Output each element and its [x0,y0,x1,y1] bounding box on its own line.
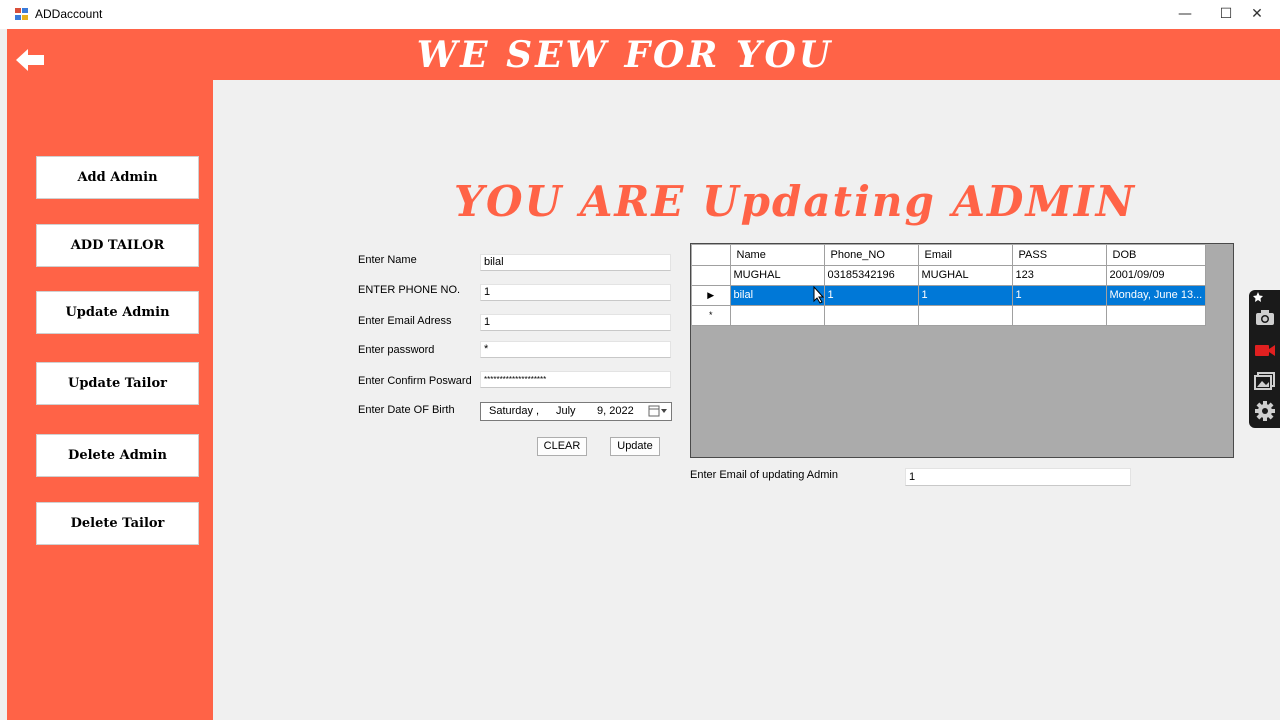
column-header-email[interactable]: Email [918,245,1013,266]
gallery-icon[interactable] [1254,371,1276,391]
table-cell[interactable]: 1 [824,285,919,306]
close-button[interactable]: ✕ [1234,0,1280,29]
table-cell[interactable]: 2001/09/09 [1106,265,1207,286]
table-cell[interactable] [730,305,825,326]
mouse-pointer-icon [813,286,825,304]
dob-month[interactable]: July [556,403,576,420]
title-bar: ADDaccount — ☐ ✕ [0,0,1280,29]
page-title: YOU ARE Updating ADMIN [454,177,1136,226]
column-header-pass[interactable]: PASS [1012,245,1107,266]
row-header-cell[interactable] [692,265,731,286]
table-cell[interactable]: 123 [1012,265,1107,286]
update-email-input[interactable]: 1 [905,468,1131,486]
email-label: Enter Email Adress [358,315,452,327]
current-row-indicator[interactable]: ▶ [692,285,731,306]
dob-date-picker[interactable]: Saturday , July 9, 2022 [480,402,672,421]
window-left-edge [0,29,7,720]
screen-recorder-toolbar [1249,290,1280,428]
table-cell[interactable]: MUGHAL [918,265,1013,286]
update-email-label: Enter Email of updating Admin [690,469,838,481]
table-cell[interactable]: bilal [730,285,825,306]
column-header-phone[interactable]: Phone_NO [824,245,919,266]
back-arrow-icon[interactable] [14,46,46,74]
table-cell[interactable]: 03185342196 [824,265,919,286]
settings-gear-icon[interactable] [1254,401,1276,421]
table-header-row: Name Phone_NO Email PASS DOB [692,245,1207,266]
add-admin-button[interactable]: Add Admin [36,156,199,199]
app-icon [15,8,29,21]
table-cell[interactable] [1012,305,1107,326]
new-row[interactable]: * [692,305,1207,326]
table-cell[interactable]: MUGHAL [730,265,825,286]
admin-data-grid[interactable]: Name Phone_NO Email PASS DOB MUGHAL 0318… [690,243,1234,458]
column-header-name[interactable]: Name [730,245,825,266]
dob-comma: , [536,405,540,417]
table-row[interactable]: MUGHAL 03185342196 MUGHAL 123 2001/09/09 [692,265,1207,286]
column-header-dob[interactable]: DOB [1106,245,1207,266]
password-input[interactable]: * [480,341,671,358]
table-cell[interactable]: Monday, June 13... [1106,285,1207,306]
add-tailor-button[interactable]: ADD TAILOR [36,224,199,267]
calendar-dropdown-icon[interactable] [647,405,669,418]
table-cell[interactable]: 1 [918,285,1013,306]
password-label: Enter password [358,344,435,356]
table-cell[interactable]: 1 [1012,285,1107,306]
update-admin-button[interactable]: Update Admin [36,291,199,334]
admin-table: Name Phone_NO Email PASS DOB MUGHAL 0318… [692,245,1207,326]
corner-header-cell [692,245,731,266]
dob-date[interactable]: 9, 2022 [597,403,634,420]
brand-title: WE SEW FOR YOU [416,34,834,76]
email-input[interactable]: 1 [480,314,671,331]
window-title: ADDaccount [35,7,103,21]
video-record-icon[interactable] [1254,340,1276,360]
new-row-indicator[interactable]: * [692,305,731,326]
delete-tailor-button[interactable]: Delete Tailor [36,502,199,545]
table-cell[interactable] [824,305,919,326]
confirm-password-label: Enter Confirm Posward [358,375,472,387]
phone-label: ENTER PHONE NO. [358,284,461,296]
update-tailor-button[interactable]: Update Tailor [36,362,199,405]
confirm-password-input[interactable]: ******************** [480,371,671,388]
phone-input[interactable]: 1 [480,284,671,301]
app-window: ADDaccount — ☐ ✕ WE SEW FOR YOU Add Admi… [0,0,1280,720]
update-button[interactable]: Update [610,437,660,456]
table-cell[interactable] [918,305,1013,326]
camera-icon[interactable] [1254,308,1276,328]
pin-icon[interactable] [1252,292,1264,302]
dob-day[interactable]: Saturday [489,403,533,420]
clear-button[interactable]: CLEAR [537,437,587,456]
table-row-selected[interactable]: ▶ bilal 1 1 1 Monday, June 13... [692,285,1207,306]
minimize-button[interactable]: — [1162,0,1208,29]
delete-admin-button[interactable]: Delete Admin [36,434,199,477]
name-input[interactable]: bilal [480,254,671,271]
name-label: Enter Name [358,254,417,266]
dob-label: Enter Date OF Birth [358,404,455,416]
table-cell[interactable] [1106,305,1207,326]
